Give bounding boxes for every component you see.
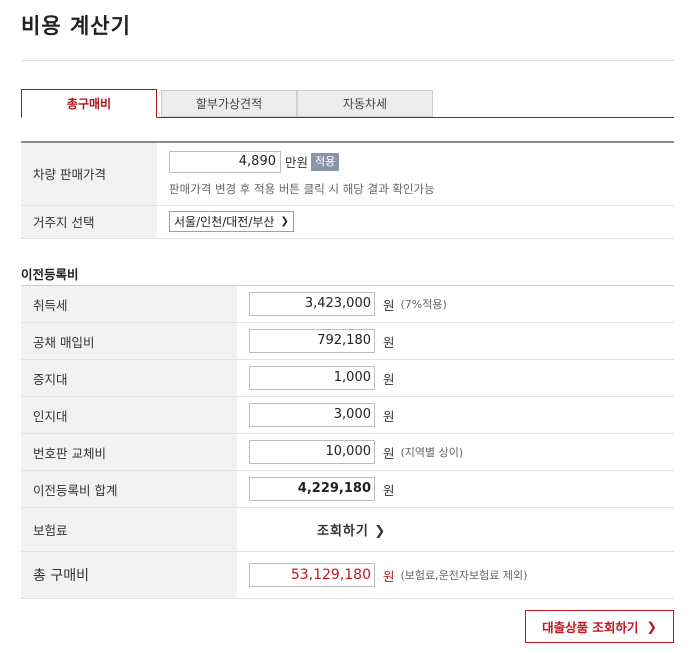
loan-product-inquiry-button[interactable]: 대출상품 조회하기 ❯ <box>525 610 674 643</box>
loan-button-label: 대출상품 조회하기 <box>542 620 639 635</box>
fee-label: 번호판 교체비 <box>21 433 237 471</box>
vehicle-price-hint: 판매가격 변경 후 적용 버튼 클릭 시 해당 결과 확인가능 <box>169 181 435 196</box>
transfer-total-field[interactable]: 4,229,180 <box>249 477 375 501</box>
fee-note: (지역별 상이) <box>400 446 464 459</box>
vehicle-price-row: 차량 판매가격 4,890 만원 적용 판매가격 변경 후 적용 버튼 클릭 시 해… <box>21 142 674 206</box>
residence-row: 거주지 선택 서울/인천/대전/부산 ❯ <box>21 205 674 239</box>
fee-row-revenue-stamp: 인지대 3,000 원 <box>21 396 674 434</box>
vehicle-price-input[interactable]: 4,890 <box>169 150 281 173</box>
fee-amount-field[interactable]: 792,180 <box>249 329 375 353</box>
tab-bar: 총구매비 할부가상견적 자동차세 <box>21 89 674 118</box>
currency-unit: 원 <box>382 445 395 461</box>
fee-row-plate-replacement: 번호판 교체비 10,000 원 (지역별 상이) <box>21 433 674 471</box>
tab-total-purchase[interactable]: 총구매비 <box>21 89 157 118</box>
fee-label: 증지대 <box>21 359 237 397</box>
residence-select[interactable]: 서울/인천/대전/부산 ❯ <box>169 211 294 232</box>
fee-amount-field[interactable]: 1,000 <box>249 366 375 390</box>
tab-car-tax[interactable]: 자동차세 <box>297 90 433 117</box>
fee-label: 인지대 <box>21 396 237 434</box>
currency-unit: 원 <box>382 297 395 313</box>
fee-row-acquisition-tax: 취득세 3,423,000 원 (7%적용) <box>21 285 674 323</box>
transfer-fee-section-title: 이전등록비 <box>21 267 79 282</box>
vehicle-price-unit: 만원 <box>285 155 309 171</box>
tab-installment-estimate[interactable]: 할부가상견적 <box>161 90 297 117</box>
fee-row-bond-purchase: 공채 매입비 792,180 원 <box>21 322 674 360</box>
fee-row-transfer-total: 이전등록비 합계 4,229,180 원 <box>21 470 674 508</box>
fee-label: 이전등록비 합계 <box>21 470 237 508</box>
insurance-label: 보험료 <box>21 507 237 552</box>
chevron-right-icon: ❯ <box>646 619 657 634</box>
total-purchase-field[interactable]: 53,129,180 <box>249 563 375 587</box>
currency-unit: 원 <box>382 334 395 350</box>
fee-row-certificate-stamp: 증지대 1,000 원 <box>21 359 674 397</box>
total-purchase-label: 총 구매비 <box>21 551 237 599</box>
page-title: 비용 계산기 <box>21 14 131 38</box>
transfer-fee-table: 취득세 3,423,000 원 (7%적용) 공채 매입비 792,180 원 … <box>21 285 674 599</box>
fee-amount-field[interactable]: 3,423,000 <box>249 292 375 316</box>
fee-label: 취득세 <box>21 285 237 323</box>
fee-note: (7%적용) <box>400 298 447 311</box>
currency-unit: 원 <box>382 408 395 424</box>
fee-amount-field[interactable]: 3,000 <box>249 403 375 427</box>
currency-unit: 원 <box>382 568 395 584</box>
apply-button[interactable]: 적용 <box>311 152 340 171</box>
insurance-row: 보험료 조회하기 ❯ <box>21 507 674 552</box>
fee-amount-field[interactable]: 10,000 <box>249 440 375 464</box>
vehicle-price-label: 차량 판매가격 <box>21 142 157 206</box>
total-purchase-note: (보험료,운전자보험료 제외) <box>400 569 528 582</box>
price-settings-table: 차량 판매가격 4,890 만원 적용 판매가격 변경 후 적용 버튼 클릭 시 해… <box>21 141 674 239</box>
insurance-inquiry-label: 조회하기 <box>317 524 369 539</box>
residence-selected-value: 서울/인천/대전/부산 <box>174 215 275 229</box>
insurance-inquiry-link[interactable]: 조회하기 ❯ <box>317 520 386 539</box>
chevron-down-icon: ❯ <box>280 216 289 227</box>
chevron-right-icon: ❯ <box>374 524 387 539</box>
currency-unit: 원 <box>382 482 395 498</box>
fee-label: 공채 매입비 <box>21 322 237 360</box>
total-purchase-row: 총 구매비 53,129,180 원 (보험료,운전자보험료 제외) <box>21 551 674 599</box>
residence-label: 거주지 선택 <box>21 205 157 239</box>
currency-unit: 원 <box>382 371 395 387</box>
title-divider <box>21 60 674 61</box>
